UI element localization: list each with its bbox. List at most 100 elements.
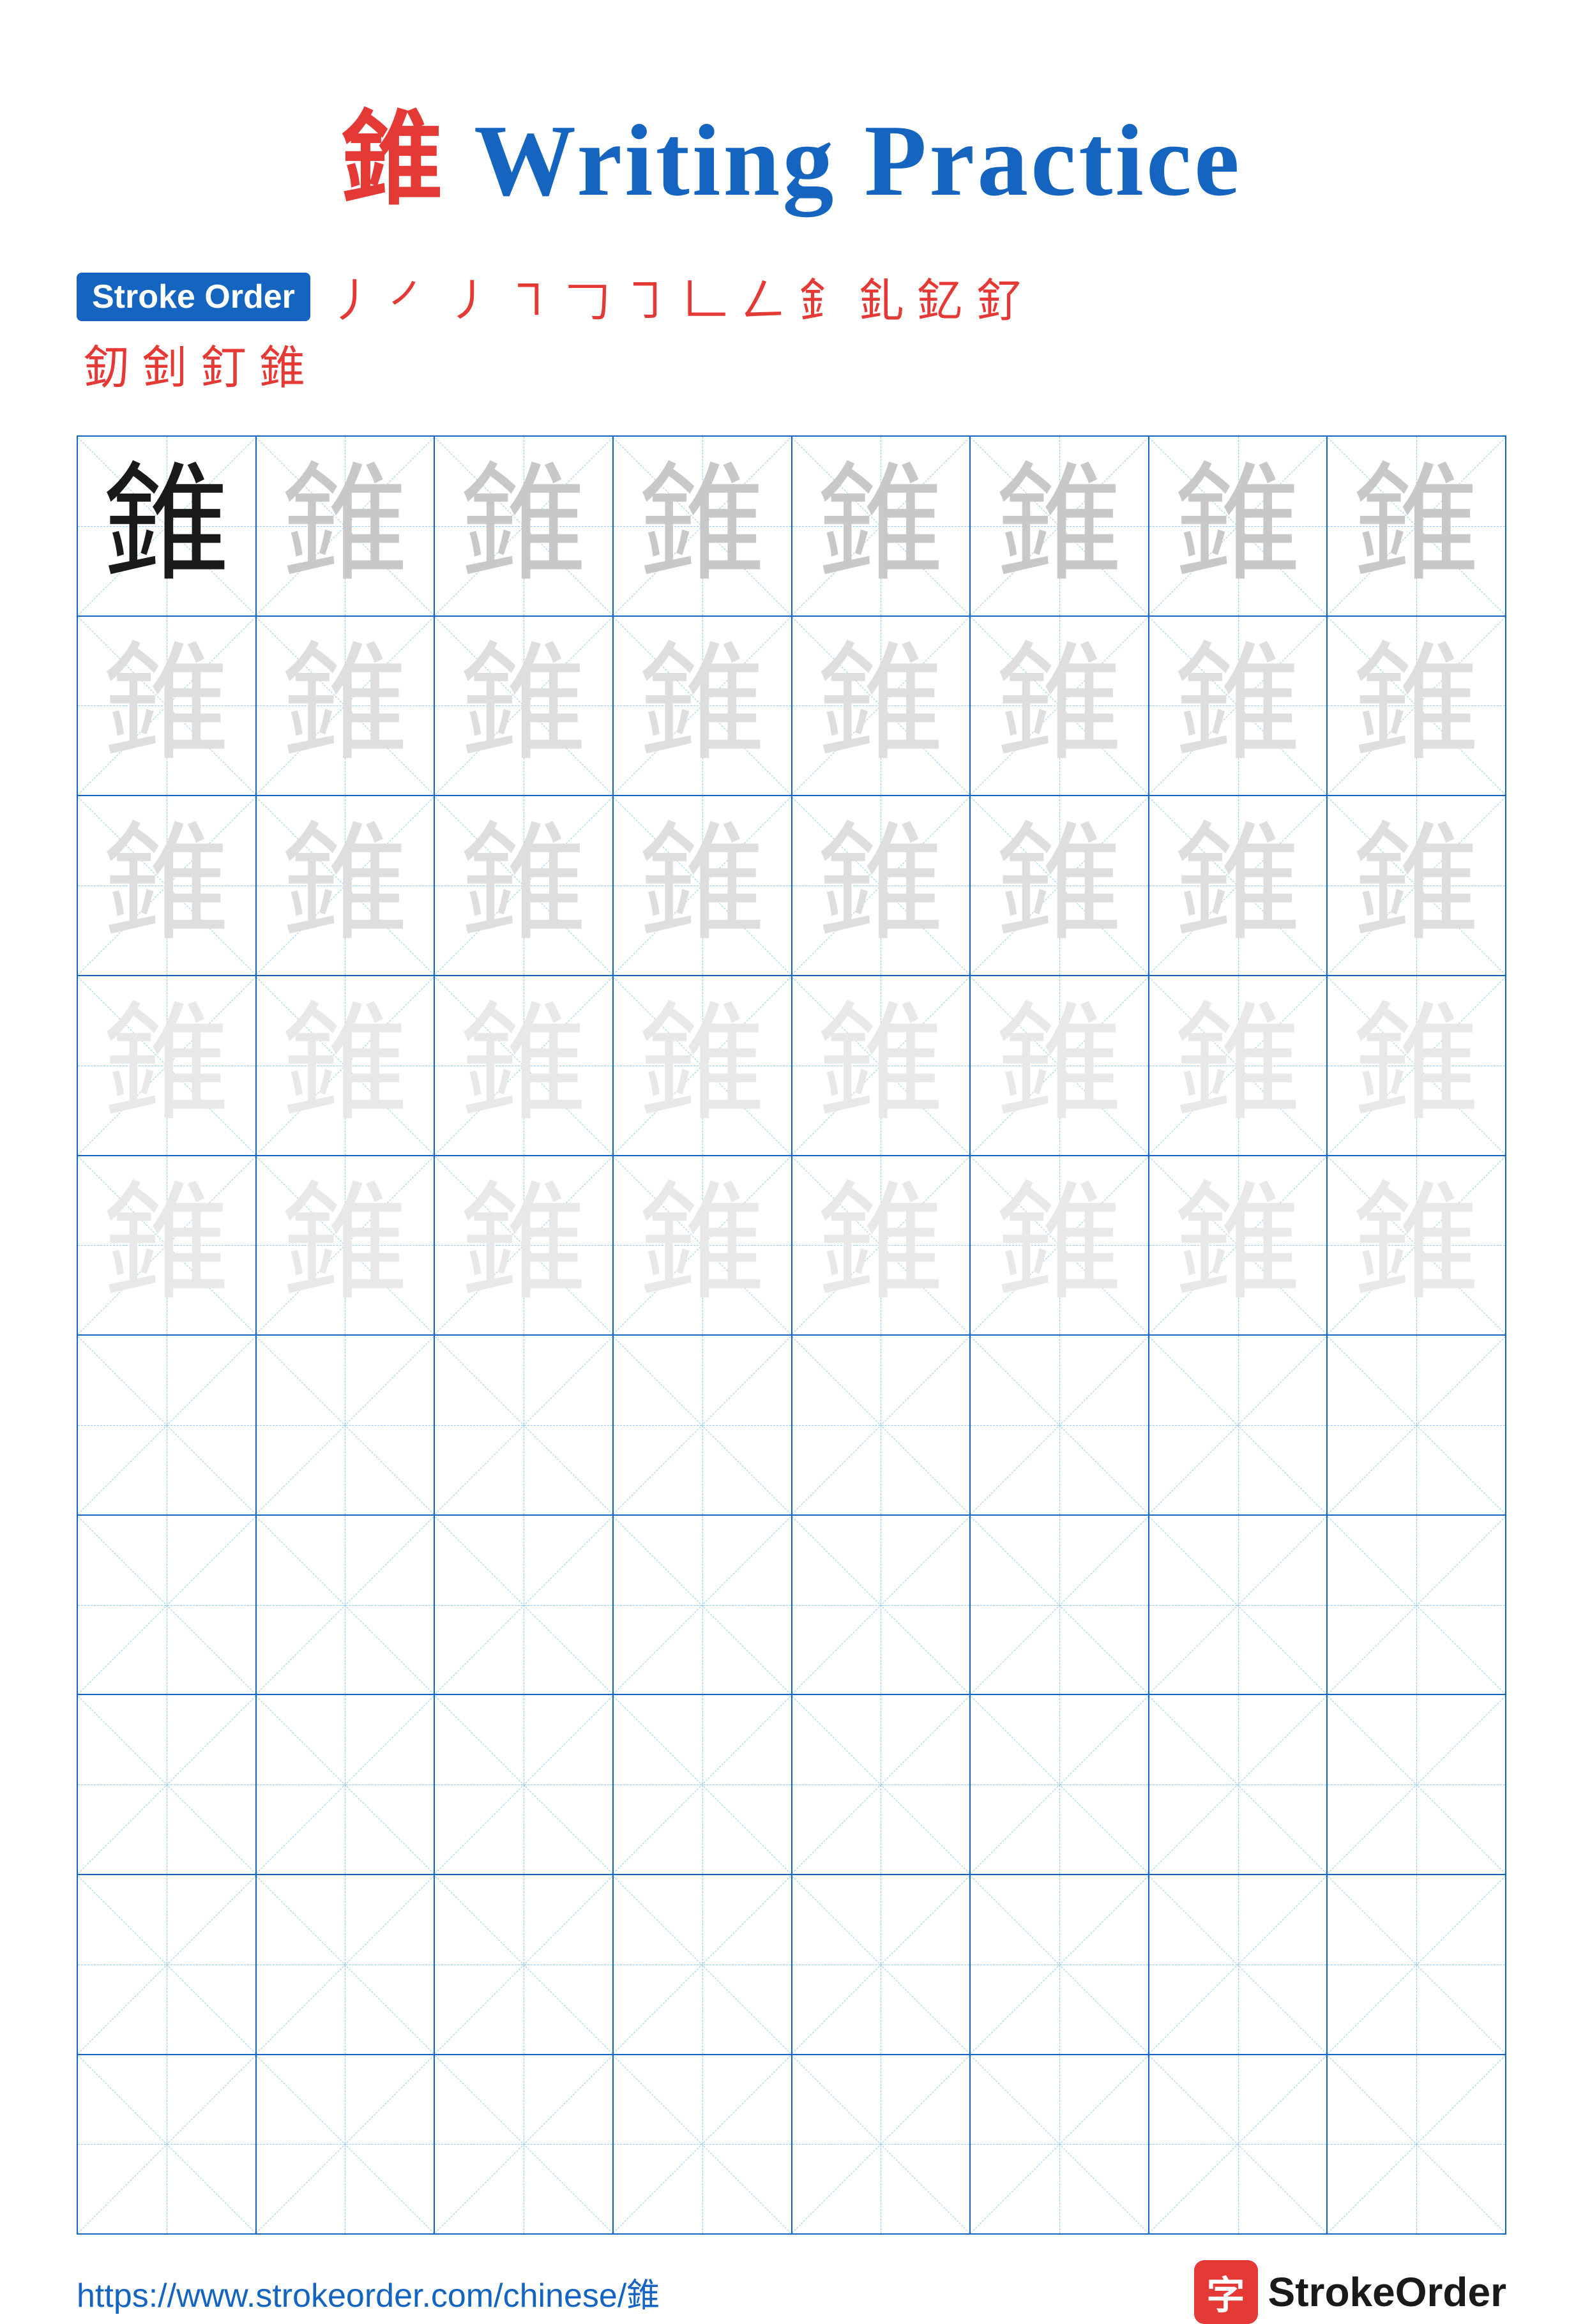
grid-cell-7-1[interactable] [78, 1516, 257, 1694]
grid-cell-7-3[interactable] [435, 1516, 614, 1694]
grid-cell-4-2[interactable]: 錐 [257, 976, 436, 1155]
grid-cell-10-4[interactable] [614, 2055, 792, 2234]
grid-cell-2-5[interactable]: 錐 [792, 617, 971, 796]
grid-row-6 [78, 1336, 1505, 1516]
grid-cell-4-6[interactable]: 錐 [971, 976, 1149, 1155]
grid-cell-9-1[interactable] [78, 1875, 257, 2054]
page: 錐 Writing Practice Stroke Order 丿 ㇒ ㇓ ㇕ … [0, 0, 1583, 2240]
grid-cell-8-1[interactable] [78, 1695, 257, 1874]
grid-cell-1-2[interactable]: 錐 [257, 437, 436, 615]
grid-row-7 [78, 1516, 1505, 1696]
grid-cell-4-4[interactable]: 錐 [614, 976, 792, 1155]
footer-logo-char: 字 [1207, 2265, 1245, 2320]
stroke-12: 釕 [976, 263, 1022, 330]
grid-cell-9-3[interactable] [435, 1875, 614, 2054]
grid-cell-5-6[interactable]: 錐 [971, 1156, 1149, 1335]
grid-cell-3-2[interactable]: 錐 [257, 796, 436, 975]
grid-cell-10-7[interactable] [1149, 2055, 1328, 2234]
grid-char-1-2: 錐 [281, 462, 409, 590]
grid-cell-6-6[interactable] [971, 1336, 1149, 1514]
grid-cell-6-8[interactable] [1328, 1336, 1505, 1514]
grid-cell-1-5[interactable]: 錐 [792, 437, 971, 615]
grid-cell-1-8[interactable]: 錐 [1328, 437, 1505, 615]
grid-cell-3-6[interactable]: 錐 [971, 796, 1149, 975]
grid-cell-8-7[interactable] [1149, 1695, 1328, 1874]
grid-cell-5-3[interactable]: 錐 [435, 1156, 614, 1335]
grid-cell-1-7[interactable]: 錐 [1149, 437, 1328, 615]
grid-cell-4-5[interactable]: 錐 [792, 976, 971, 1155]
grid-cell-3-7[interactable]: 錐 [1149, 796, 1328, 975]
grid-cell-9-6[interactable] [971, 1875, 1149, 2054]
grid-cell-2-3[interactable]: 錐 [435, 617, 614, 796]
grid-cell-4-1[interactable]: 錐 [78, 976, 257, 1155]
grid-cell-7-7[interactable] [1149, 1516, 1328, 1694]
footer-url[interactable]: https://www.strokeorder.com/chinese/錐 [77, 2268, 660, 2316]
grid-cell-5-2[interactable]: 錐 [257, 1156, 436, 1335]
stroke-15: 釘 [201, 330, 246, 397]
grid-cell-2-6[interactable]: 錐 [971, 617, 1149, 796]
grid-cell-10-5[interactable] [792, 2055, 971, 2234]
grid-cell-10-1[interactable] [78, 2055, 257, 2234]
grid-char-1-5: 錐 [817, 462, 944, 590]
grid-cell-2-7[interactable]: 錐 [1149, 617, 1328, 796]
grid-cell-10-2[interactable] [257, 2055, 436, 2234]
stroke-chars-row1: 丿 ㇒ ㇓ ㇕ 𠃌 ㇆ 𠃊 𠃋 釒 釓 釔 釕 [323, 263, 1028, 330]
stroke-chars-row2: 釖 釗 釘 錐 [77, 330, 312, 397]
grid-cell-5-8[interactable]: 錐 [1328, 1156, 1505, 1335]
grid-cell-9-4[interactable] [614, 1875, 792, 2054]
grid-cell-9-7[interactable] [1149, 1875, 1328, 2054]
grid-cell-2-1[interactable]: 錐 [78, 617, 257, 796]
grid-cell-2-4[interactable]: 錐 [614, 617, 792, 796]
grid-row-8 [78, 1695, 1505, 1875]
footer-logo-text: StrokeOrder [1268, 2268, 1506, 2316]
grid-cell-9-2[interactable] [257, 1875, 436, 2054]
grid-cell-8-6[interactable] [971, 1695, 1149, 1874]
stroke-4: ㇕ [506, 263, 552, 330]
grid-cell-4-8[interactable]: 錐 [1328, 976, 1505, 1155]
grid-cell-4-3[interactable]: 錐 [435, 976, 614, 1155]
grid-cell-3-5[interactable]: 錐 [792, 796, 971, 975]
grid-cell-7-5[interactable] [792, 1516, 971, 1694]
grid-cell-8-4[interactable] [614, 1695, 792, 1874]
grid-cell-9-5[interactable] [792, 1875, 971, 2054]
grid-char-1-4: 錐 [639, 462, 766, 590]
grid-cell-7-8[interactable] [1328, 1516, 1505, 1694]
grid-char-1-3: 錐 [460, 462, 587, 590]
grid-cell-8-8[interactable] [1328, 1695, 1505, 1874]
grid-cell-7-6[interactable] [971, 1516, 1149, 1694]
grid-cell-1-4[interactable]: 錐 [614, 437, 792, 615]
grid-cell-5-4[interactable]: 錐 [614, 1156, 792, 1335]
grid-cell-8-2[interactable] [257, 1695, 436, 1874]
grid-cell-10-3[interactable] [435, 2055, 614, 2234]
grid-cell-2-8[interactable]: 錐 [1328, 617, 1505, 796]
grid-cell-5-7[interactable]: 錐 [1149, 1156, 1328, 1335]
grid-cell-1-6[interactable]: 錐 [971, 437, 1149, 615]
grid-cell-6-2[interactable] [257, 1336, 436, 1514]
grid-cell-1-1[interactable]: 錐 [78, 437, 257, 615]
grid-cell-10-6[interactable] [971, 2055, 1149, 2234]
grid-cell-5-5[interactable]: 錐 [792, 1156, 971, 1335]
grid-cell-8-3[interactable] [435, 1695, 614, 1874]
grid-cell-5-1[interactable]: 錐 [78, 1156, 257, 1335]
stroke-11: 釔 [917, 263, 963, 330]
grid-cell-3-8[interactable]: 錐 [1328, 796, 1505, 975]
grid-cell-6-5[interactable] [792, 1336, 971, 1514]
grid-cell-3-3[interactable]: 錐 [435, 796, 614, 975]
grid-cell-4-7[interactable]: 錐 [1149, 976, 1328, 1155]
grid-cell-9-8[interactable] [1328, 1875, 1505, 2054]
stroke-16: 錐 [259, 330, 305, 397]
grid-cell-7-2[interactable] [257, 1516, 436, 1694]
grid-cell-1-3[interactable]: 錐 [435, 437, 614, 615]
grid-cell-10-8[interactable] [1328, 2055, 1505, 2234]
grid-char-1-1: 錐 [103, 462, 231, 590]
grid-cell-7-4[interactable] [614, 1516, 792, 1694]
grid-cell-6-4[interactable] [614, 1336, 792, 1514]
grid-cell-6-7[interactable] [1149, 1336, 1328, 1514]
grid-cell-3-4[interactable]: 錐 [614, 796, 792, 975]
grid-char-1-8: 錐 [1352, 462, 1480, 590]
grid-cell-3-1[interactable]: 錐 [78, 796, 257, 975]
grid-cell-2-2[interactable]: 錐 [257, 617, 436, 796]
grid-cell-8-5[interactable] [792, 1695, 971, 1874]
grid-cell-6-1[interactable] [78, 1336, 257, 1514]
grid-cell-6-3[interactable] [435, 1336, 614, 1514]
